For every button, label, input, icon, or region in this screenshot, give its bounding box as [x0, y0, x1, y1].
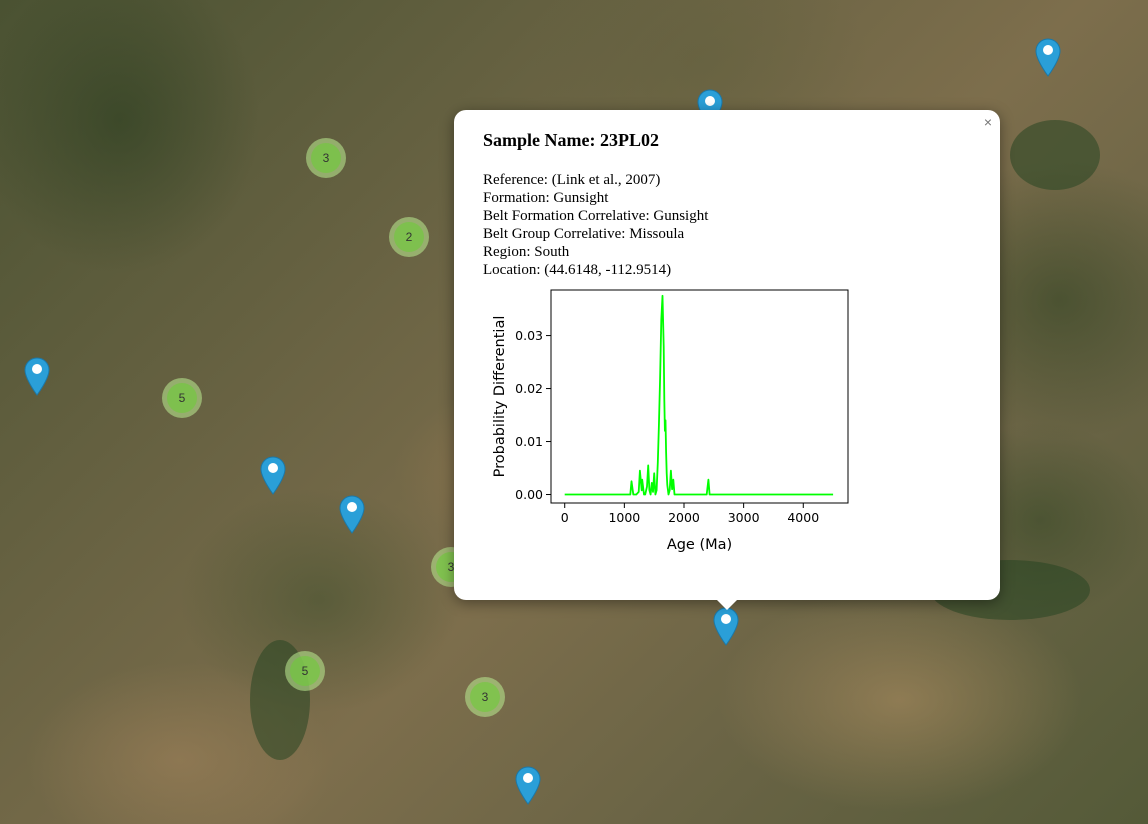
x-tick-label: 1000	[608, 510, 640, 525]
close-icon[interactable]: ×	[984, 114, 992, 130]
terrain-valley	[1010, 120, 1100, 190]
x-tick-label: 3000	[728, 510, 760, 525]
region-text: Region: South	[483, 244, 570, 260]
marker-cluster[interactable]: 3	[306, 138, 346, 178]
popup-tip	[716, 599, 738, 610]
map-pin-icon[interactable]	[258, 455, 288, 495]
map-pin-icon[interactable]	[22, 356, 52, 396]
y-tick-label: 0.02	[515, 381, 543, 396]
cluster-count: 3	[311, 143, 341, 173]
map-pin-icon[interactable]	[513, 765, 543, 805]
y-axis-label: Probability Differential	[492, 316, 508, 478]
cluster-count: 3	[470, 682, 500, 712]
formation-text: Formation: Gunsight	[483, 190, 609, 206]
belt-group-text: Belt Group Correlative: Missoula	[483, 226, 685, 242]
map-pin-icon[interactable]	[337, 494, 367, 534]
cluster-count: 5	[167, 383, 197, 413]
marker-cluster[interactable]: 2	[389, 217, 429, 257]
marker-cluster[interactable]: 3	[465, 677, 505, 717]
belt-formation-text: Belt Formation Correlative: Gunsight	[483, 208, 709, 224]
location-text: Location: (44.6148, -112.9514)	[483, 262, 672, 278]
x-tick-label: 0	[561, 510, 569, 525]
marker-cluster[interactable]: 5	[162, 378, 202, 418]
map-pin-icon[interactable]	[711, 606, 741, 646]
cluster-count: 5	[290, 656, 320, 686]
age-distribution-chart: 0 1000 2000 3000 4000 0.00 0.01 0.02 0.03 Age (Ma…	[492, 289, 849, 553]
reference-text: Reference: (Link et al., 2007)	[483, 172, 661, 188]
x-axis-label: Age (Ma)	[667, 537, 732, 553]
cluster-count: 2	[394, 222, 424, 252]
marker-cluster[interactable]: 5	[285, 651, 325, 691]
x-tick-label: 2000	[668, 510, 700, 525]
y-tick-label: 0.03	[515, 328, 543, 343]
y-tick-label: 0.01	[515, 434, 543, 449]
x-tick-label: 4000	[787, 510, 819, 525]
plot-frame	[550, 289, 849, 504]
map-pin-icon[interactable]	[1033, 37, 1063, 77]
sample-name-title: Sample Name: 23PL02	[483, 130, 659, 150]
y-tick-label: 0.00	[515, 487, 543, 502]
sample-popup: × Sample Name: 23PL02 Reference: (Link e…	[454, 110, 1000, 610]
